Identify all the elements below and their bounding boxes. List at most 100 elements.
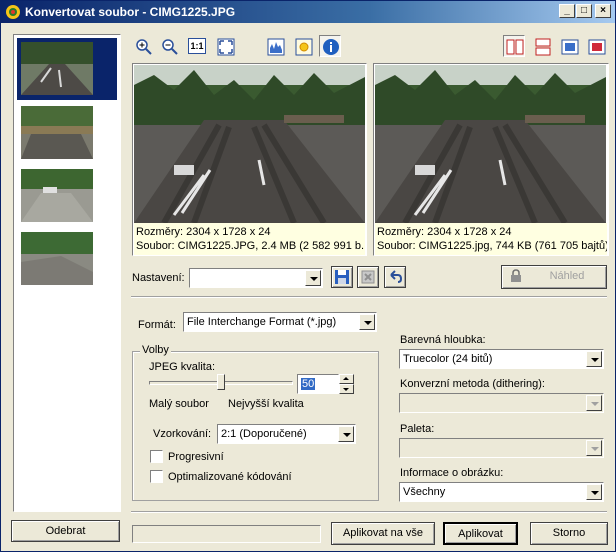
source-dimensions: Rozměry: 2304 x 1728 x 24 <box>136 226 271 238</box>
jpeg-quality-label: JPEG kvalita: <box>149 361 216 373</box>
title-bar[interactable]: Konvertovat soubor - CIMG1225.JPG _ □ × <box>1 1 615 23</box>
source-file-info: Soubor: CIMG1225.JPG, 2.4 MB (2 582 991 … <box>136 240 365 252</box>
progress-bar <box>132 525 321 543</box>
split-horizontal-icon <box>535 38 551 56</box>
thumbnail-item[interactable] <box>21 169 93 222</box>
optimized-coding-checkbox[interactable] <box>150 470 163 483</box>
thumbnail-list[interactable] <box>13 34 121 512</box>
close-button[interactable]: × <box>595 4 611 18</box>
split-vertical-view-button[interactable] <box>503 35 525 57</box>
sun-icon <box>295 38 313 56</box>
window-title: Konvertovat soubor - CIMG1225.JPG <box>25 5 236 19</box>
dropdown-arrow-icon[interactable] <box>359 314 375 330</box>
preview-button-label: Náhled <box>549 270 585 282</box>
zoom-actual-size-button[interactable]: 1:1 <box>185 35 207 57</box>
small-file-label: Malý soubor <box>149 398 209 410</box>
split-vertical-icon <box>506 39 524 55</box>
app-icon <box>6 5 20 19</box>
slider-thumb[interactable] <box>217 374 225 390</box>
zoom-in-button[interactable] <box>132 35 154 57</box>
save-settings-button[interactable] <box>331 266 353 288</box>
divider <box>131 296 607 298</box>
save-icon <box>335 270 349 284</box>
delete-icon <box>361 270 375 284</box>
arrow-down-icon <box>343 388 349 391</box>
info-button[interactable] <box>319 35 341 57</box>
best-quality-label: Nejvyšší kvalita <box>228 398 304 410</box>
image-info-value: Všechny <box>403 486 446 498</box>
jpeg-quality-spinner[interactable]: 50 <box>297 374 355 394</box>
divider <box>131 511 607 513</box>
result-dimensions: Rozměry: 2304 x 1728 x 24 <box>377 226 512 238</box>
undo-icon <box>390 270 403 283</box>
palette-select[interactable] <box>399 438 604 458</box>
source-image[interactable] <box>134 65 365 223</box>
jpeg-quality-value[interactable]: 50 <box>301 378 316 390</box>
dropdown-arrow-icon[interactable] <box>586 351 602 367</box>
delete-settings-button[interactable] <box>357 266 379 288</box>
remove-button[interactable]: Odebrat <box>11 520 120 542</box>
result-image[interactable] <box>375 65 606 223</box>
spin-down-button[interactable] <box>339 384 354 394</box>
apply-all-button[interactable]: Aplikovat na vše <box>331 522 435 545</box>
single-view-blue-icon <box>561 39 579 55</box>
zoom-out-button[interactable] <box>158 35 180 57</box>
fit-to-window-button[interactable] <box>214 35 236 57</box>
color-depth-label: Barevná hloubka: <box>400 334 486 346</box>
jpeg-quality-slider[interactable] <box>149 374 293 392</box>
preview-button[interactable]: Náhled <box>501 265 607 289</box>
minimize-button[interactable]: _ <box>559 4 575 18</box>
source-preview: Rozměry: 2304 x 1728 x 24 Soubor: CIMG12… <box>132 63 367 256</box>
format-value: File Interchange Format (*.jpg) <box>187 316 337 328</box>
thumbnail-item[interactable] <box>21 42 93 95</box>
arrow-up-icon <box>343 377 349 380</box>
format-select[interactable]: File Interchange Format (*.jpg) <box>183 312 377 332</box>
settings-label: Nastavení: <box>132 272 185 284</box>
dithering-label: Konverzní metoda (dithering): <box>400 378 545 390</box>
color-depth-select[interactable]: Truecolor (24 bitů) <box>399 349 604 369</box>
settings-select[interactable] <box>189 268 323 288</box>
color-depth-value: Truecolor (24 bitů) <box>403 353 493 365</box>
undo-button[interactable] <box>384 266 406 288</box>
sampling-select[interactable]: 2:1 (Doporučené) <box>217 424 356 444</box>
single-view-red-icon <box>588 39 606 55</box>
dropdown-arrow-icon[interactable] <box>305 270 321 286</box>
dropdown-arrow-icon[interactable] <box>586 395 602 411</box>
convert-dialog: Konvertovat soubor - CIMG1225.JPG _ □ × … <box>0 0 616 552</box>
progressive-checkbox[interactable] <box>150 450 163 463</box>
progressive-label[interactable]: Progresivní <box>168 451 224 463</box>
info-icon <box>323 39 339 55</box>
image-info-label: Informace o obrázku: <box>400 467 504 479</box>
apply-button[interactable]: Aplikovat <box>443 522 518 545</box>
maximize-button[interactable]: □ <box>576 4 592 18</box>
sampling-value: 2:1 (Doporučené) <box>221 428 307 440</box>
optimized-coding-label[interactable]: Optimalizované kódování <box>168 471 292 483</box>
brightness-button[interactable] <box>292 35 314 57</box>
thumbnail-item[interactable] <box>21 106 93 159</box>
split-horizontal-view-button[interactable] <box>531 35 553 57</box>
dropdown-arrow-icon[interactable] <box>586 484 602 500</box>
dropdown-arrow-icon[interactable] <box>338 426 354 442</box>
histogram-icon <box>267 38 285 56</box>
dropdown-arrow-icon[interactable] <box>586 440 602 456</box>
source-info: Rozměry: 2304 x 1728 x 24 Soubor: CIMG12… <box>134 223 365 255</box>
result-only-view-button[interactable] <box>585 35 607 57</box>
fit-window-icon <box>217 38 235 56</box>
sampling-label: Vzorkování: <box>153 428 212 440</box>
image-info-select[interactable]: Všechny <box>399 482 604 502</box>
zoom-in-icon <box>136 39 152 55</box>
source-only-view-button[interactable] <box>558 35 580 57</box>
thumbnail-item[interactable] <box>21 232 93 285</box>
cancel-button[interactable]: Storno <box>530 522 608 545</box>
histogram-button[interactable] <box>264 35 286 57</box>
palette-label: Paleta: <box>400 423 435 435</box>
zoom-out-icon <box>162 39 178 55</box>
result-info: Rozměry: 2304 x 1728 x 24 Soubor: CIMG12… <box>375 223 607 255</box>
dithering-select[interactable] <box>399 393 604 413</box>
result-file-info: Soubor: CIMG1225.jpg, 744 KB (761 705 ba… <box>377 240 607 252</box>
lock-icon <box>510 269 522 290</box>
actual-size-icon: 1:1 <box>188 38 206 54</box>
format-label: Formát: <box>138 319 176 331</box>
spin-up-button[interactable] <box>339 374 354 384</box>
result-preview: Rozměry: 2304 x 1728 x 24 Soubor: CIMG12… <box>373 63 609 256</box>
